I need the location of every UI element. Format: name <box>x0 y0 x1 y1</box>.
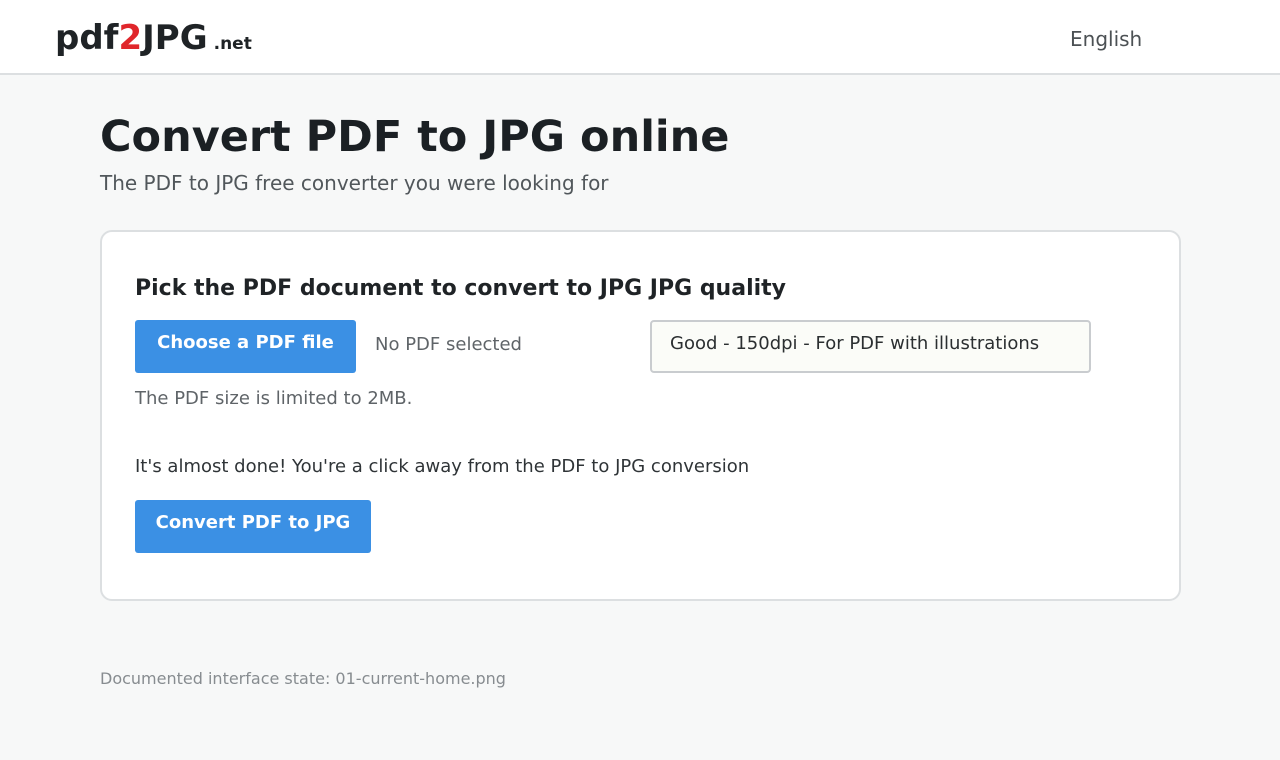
site-header: pdf2JPG .net English <box>0 0 1280 75</box>
interface-state-note: Documented interface state: 01-current-h… <box>100 669 506 688</box>
language-selector[interactable]: English <box>1070 27 1142 51</box>
logo-text-jpg: JPG <box>142 18 208 58</box>
logo-text-tld: .net <box>213 34 252 54</box>
size-limit-note: The PDF size is limited to 2MB. <box>135 388 413 409</box>
convert-button[interactable]: Convert PDF to JPG <box>135 500 371 553</box>
almost-done-text: It's almost done! You're a click away fr… <box>135 456 750 477</box>
logo-text-2: 2 <box>118 18 143 58</box>
page-title: Convert PDF to JPG online <box>100 112 730 162</box>
file-status-text: No PDF selected <box>375 334 522 355</box>
page-subtitle: The PDF to JPG free converter you were l… <box>100 171 609 195</box>
site-logo[interactable]: pdf2JPG .net <box>55 18 252 64</box>
logo-text-pdf: pdf <box>55 18 119 58</box>
converter-card: Pick the PDF document to convert to JPG … <box>100 230 1181 601</box>
quality-select[interactable]: Good - 150dpi - For PDF with illustratio… <box>650 320 1091 373</box>
choose-pdf-button[interactable]: Choose a PDF file <box>135 320 356 373</box>
form-heading: Pick the PDF document to convert to JPG … <box>135 276 787 301</box>
